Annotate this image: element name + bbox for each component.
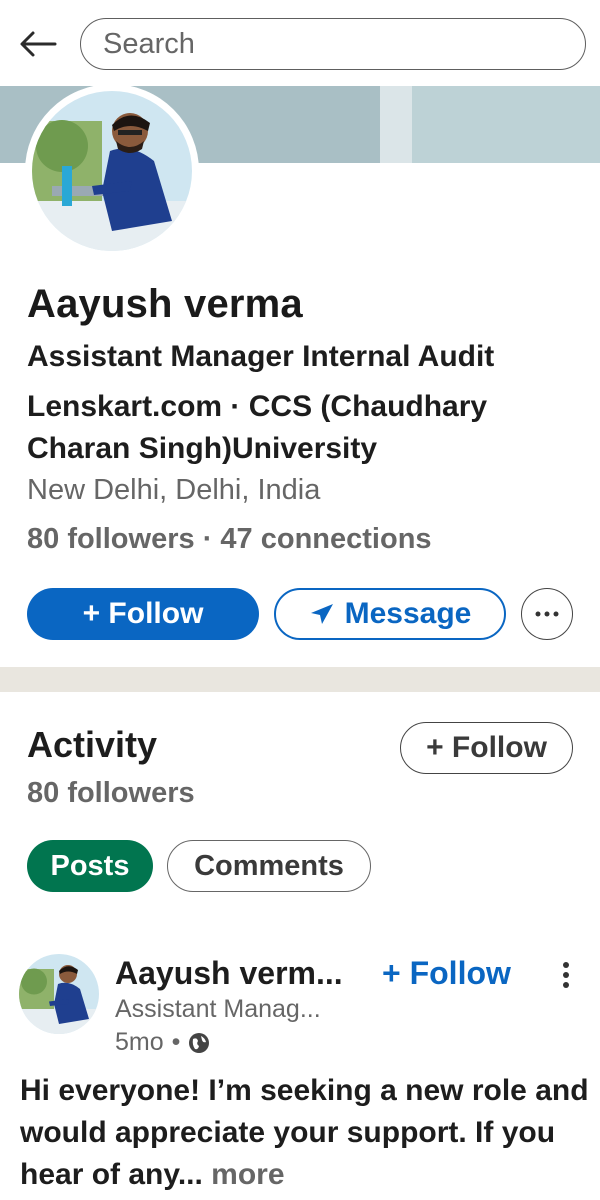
profile-photo xyxy=(32,91,192,251)
tab-comments-label: Comments xyxy=(194,849,344,882)
post-follow-button[interactable]: + Follow xyxy=(382,955,511,992)
send-icon xyxy=(310,604,333,624)
post-author-headline: Assistant Manag... xyxy=(115,995,321,1023)
vertical-ellipsis-icon xyxy=(563,962,569,988)
followers-count[interactable]: 80 followers xyxy=(27,523,195,555)
tab-posts-label: Posts xyxy=(50,849,130,882)
post-time: 5mo xyxy=(115,1028,164,1056)
profile-company-education: Lenskart.com · CCS (Chaudhary Charan Sin… xyxy=(27,390,488,465)
follow-button[interactable]: + Follow xyxy=(27,588,259,640)
post-body-text: Hi everyone! I’m seeking a new role and … xyxy=(20,1074,589,1191)
tab-comments[interactable]: Comments xyxy=(167,840,371,892)
profile-headline: Assistant Manager Internal Audit xyxy=(27,340,495,373)
separator-dot: · xyxy=(202,523,213,555)
post-author-name[interactable]: Aayush verm... xyxy=(115,955,343,992)
message-button-label: Message xyxy=(344,597,472,630)
see-more-link[interactable]: more xyxy=(211,1158,284,1191)
post-author-photo xyxy=(19,954,99,1034)
activity-followers: 80 followers xyxy=(27,777,195,809)
search-input[interactable] xyxy=(103,27,585,61)
activity-follow-label: + Follow xyxy=(426,731,547,764)
activity-title: Activity xyxy=(27,724,158,765)
profile-location: New Delhi, Delhi, India xyxy=(27,474,321,506)
profile-counts: 80 followers · 47 connections xyxy=(27,523,432,556)
post-author-avatar[interactable] xyxy=(19,954,99,1034)
post-menu-button[interactable] xyxy=(552,958,580,992)
section-divider xyxy=(0,667,600,692)
search-bar[interactable] xyxy=(80,18,586,70)
globe-icon xyxy=(189,1032,210,1053)
post-meta: 5mo • xyxy=(115,1028,210,1057)
tab-posts[interactable]: Posts xyxy=(27,840,153,892)
more-options-button[interactable] xyxy=(521,588,573,640)
post-bullet: • xyxy=(171,1028,181,1056)
profile-name: Aayush verma xyxy=(27,282,303,326)
follow-button-label: + Follow xyxy=(82,597,204,630)
activity-follow-button[interactable]: + Follow xyxy=(400,722,573,774)
post-body: Hi everyone! I’m seeking a new role and … xyxy=(20,1070,590,1196)
profile-avatar[interactable] xyxy=(25,84,199,258)
ellipsis-icon xyxy=(535,611,559,617)
message-button[interactable]: Message xyxy=(274,588,506,640)
connections-count[interactable]: 47 connections xyxy=(220,523,431,555)
back-arrow-icon[interactable] xyxy=(18,26,58,62)
top-bar xyxy=(0,0,600,86)
